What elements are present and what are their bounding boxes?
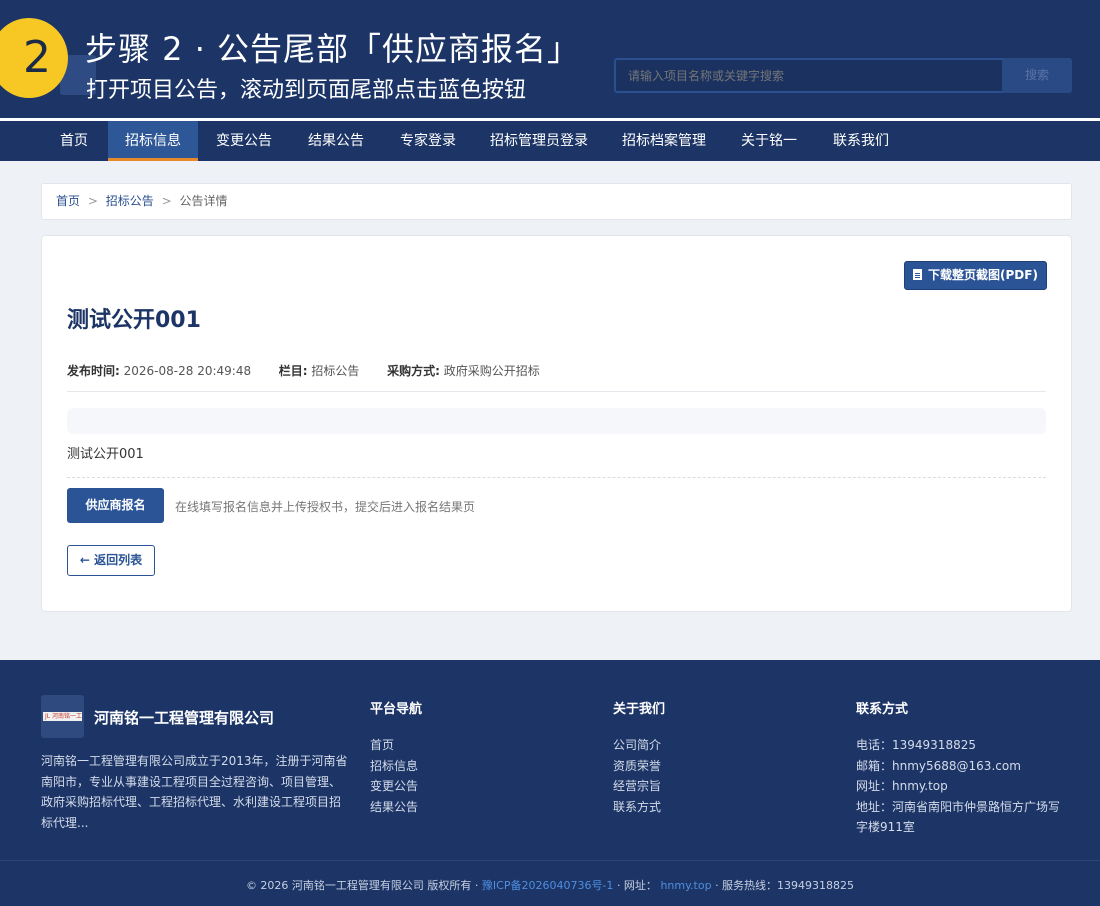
nav-item-about[interactable]: 关于铭一 [730,121,808,161]
breadcrumb: 首页 > 招标公告 > 公告详情 [41,183,1072,220]
download-pdf-label: 下载整页截图(PDF) [928,268,1038,282]
breadcrumb-current: 公告详情 [179,194,228,208]
footer-link-mission[interactable]: 经营宗旨 [613,776,665,797]
column-label: 栏目: [278,364,308,378]
footer-contact-heading: 联系方式 [856,702,909,717]
step-subtitle: 打开项目公告，滚动到页面尾部点击蓝色按钮 [86,78,527,103]
footer-about-column: 关于我们 公司简介 资质荣誉 经营宗旨 联系方式 [613,698,665,817]
footer-divider [0,860,1100,861]
document-icon [913,269,923,280]
breadcrumb-section[interactable]: 招标公告 [106,194,154,208]
footer-link-company-intro[interactable]: 公司简介 [613,735,665,756]
footer-address: 地址：河南省南阳市仲景路恒方广场写字楼911室 [856,799,1061,835]
column-value: 招标公告 [311,364,360,378]
footer-nav-heading: 平台导航 [370,702,423,717]
nav-item-change-notice[interactable]: 变更公告 [204,121,284,161]
procurement-method-label: 采购方式: [387,364,440,378]
footer-company-name: 河南铭一工程管理有限公司 [94,709,275,727]
site-label: · 网址： [616,879,657,892]
footer-copyright: © 2026 河南铭一工程管理有限公司 版权所有 · 豫ICP备20260407… [0,877,1100,893]
footer-about-heading: 关于我们 [613,702,666,717]
supplier-signup-button[interactable]: 供应商报名 [67,488,164,523]
nav-item-result-notice[interactable]: 结果公告 [296,121,376,161]
icp-link[interactable]: 豫ICP备2026040736号-1 [482,879,614,892]
footer-link-change-notice[interactable]: 变更公告 [370,776,422,797]
step-title: 步骤 2 · 公告尾部「供应商报名」 [85,30,581,68]
body-divider [67,477,1046,478]
meta-divider [67,391,1046,392]
footer-description: 河南铭一工程管理有限公司成立于2013年，注册于河南省南阳市，专业从事建设工程项… [41,754,348,830]
download-pdf-button[interactable]: 下载整页截图(PDF) [904,261,1047,290]
publish-time-label: 发布时间: [67,364,120,378]
procurement-method-value: 政府采购公开招标 [443,364,540,378]
main-nav: 首页 招标信息 变更公告 结果公告 专家登录 招标管理员登录 招标档案管理 关于… [0,121,1100,161]
footer-link-result-notice[interactable]: 结果公告 [370,797,422,818]
breadcrumb-separator: > [161,194,172,208]
breadcrumb-separator: > [87,194,98,208]
copyright-text: © 2026 河南铭一工程管理有限公司 版权所有 · [245,879,479,892]
search-input[interactable] [614,58,1002,93]
nav-item-home[interactable]: 首页 [46,121,102,161]
footer-link-bidding-info[interactable]: 招标信息 [370,756,422,777]
hotline-text: · 服务热线：13949318825 [715,879,855,892]
nav-item-expert-login[interactable]: 专家登录 [388,121,468,161]
search-button[interactable]: 搜索 [1002,58,1072,93]
nav-item-admin-login[interactable]: 招标管理员登录 [480,121,598,161]
footer-contact-column: 联系方式 电话：13949318825 邮箱：hnmy5688@163.com … [856,698,1071,838]
footer-website: 网址：hnmy.top [856,779,948,793]
article-meta: 发布时间: 2026-08-28 20:49:48 栏目: 招标公告 采购方式:… [67,362,540,379]
footer-logo: JL 河南铭一工程管理有限公司 [41,695,84,738]
nav-item-contact[interactable]: 联系我们 [820,121,902,161]
nav-item-bidding-info[interactable]: 招标信息 [108,121,198,161]
signup-hint: 在线填写报名信息并上传授权书，提交后进入报名结果页 [175,500,476,514]
footer-nav-column: 平台导航 首页 招标信息 变更公告 结果公告 [370,698,422,817]
publish-time-value: 2026-08-28 20:49:48 [123,364,252,378]
site-link[interactable]: hnmy.top [660,879,711,892]
site-footer: JL 河南铭一工程管理有限公司 河南铭一工程管理有限公司 河南铭一工程管理有限公… [0,660,1100,906]
footer-link-home[interactable]: 首页 [370,735,422,756]
breadcrumb-home[interactable]: 首页 [56,194,80,208]
back-to-list-button[interactable]: ← 返回列表 [67,545,155,576]
article-body: 测试公开001 [67,447,144,462]
announcement-card: 下载整页截图(PDF) 测试公开001 发布时间: 2026-08-28 20:… [41,235,1072,612]
footer-phone: 电话：13949318825 [856,738,976,752]
nav-item-archive[interactable]: 招标档案管理 [612,121,716,161]
footer-link-qualifications[interactable]: 资质荣誉 [613,756,665,777]
footer-link-contact[interactable]: 联系方式 [613,797,665,818]
footer-email: 邮箱：hnmy5688@163.com [856,758,1021,773]
page-title: 测试公开001 [67,308,201,333]
attachment-strip [67,408,1046,434]
